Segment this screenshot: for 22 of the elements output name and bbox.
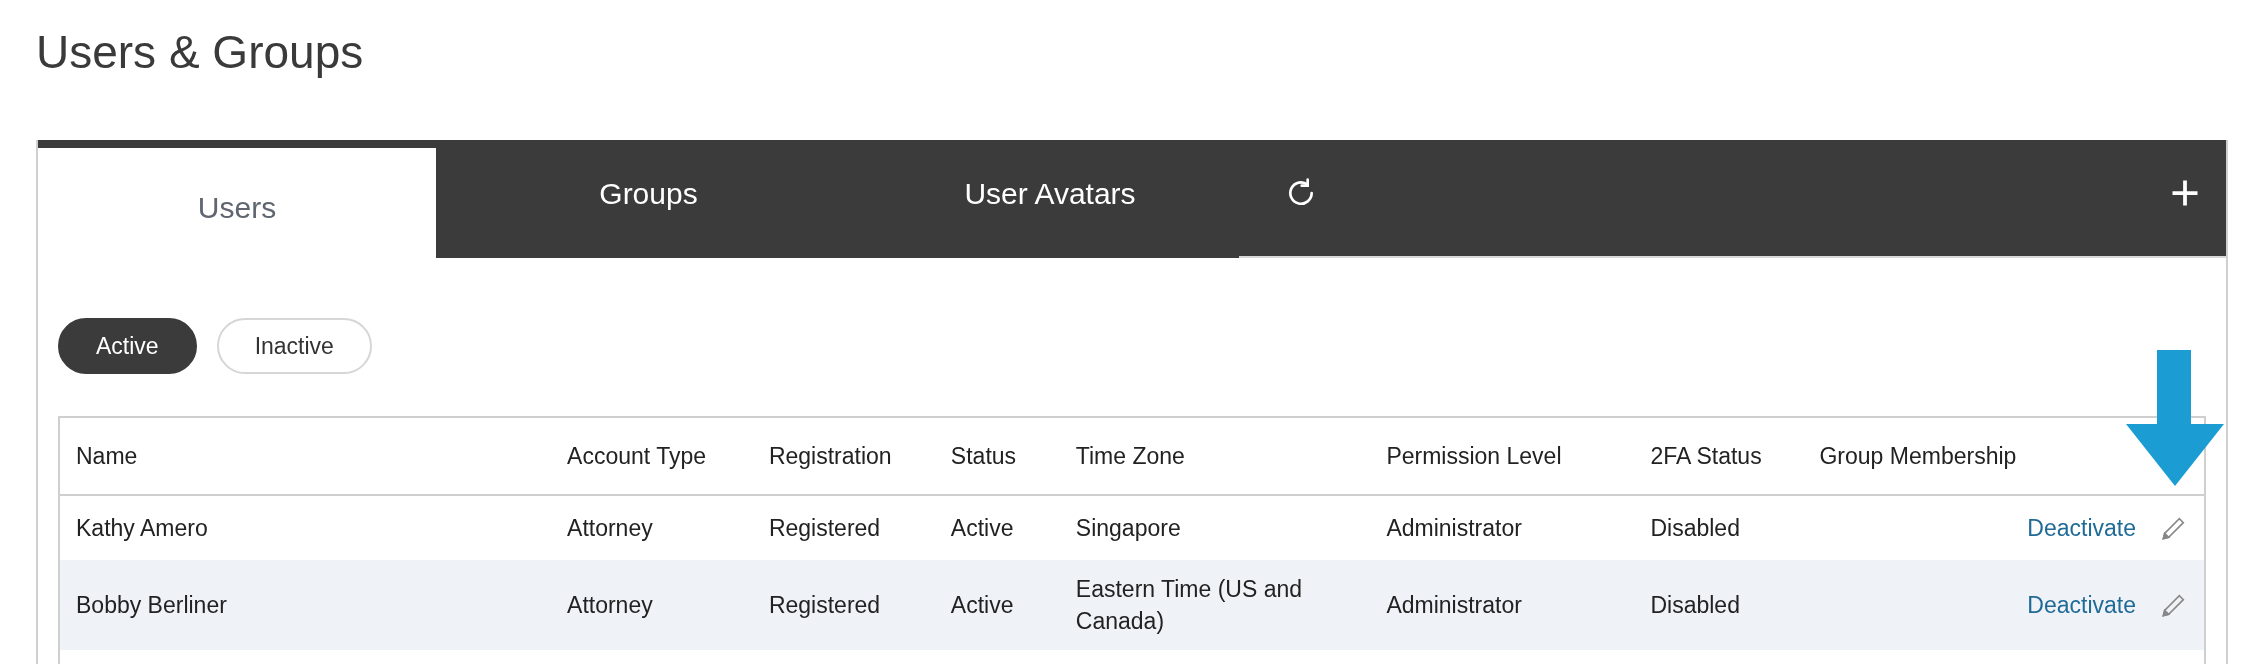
tab[interactable]: Users [38, 148, 436, 258]
table-cell: Active [950, 515, 1014, 541]
deactivate-link[interactable]: Deactivate [2027, 514, 2136, 542]
table-cell: Kathy Amero [76, 515, 208, 541]
table-cell: Active [950, 592, 1014, 618]
filter-toggle[interactable]: Inactive [216, 318, 372, 374]
table-cell: Registered [768, 515, 881, 541]
filter-toggle[interactable]: Active [58, 318, 197, 374]
add-icon[interactable] [2170, 178, 2200, 208]
table-cell: Administrator [1386, 515, 1522, 541]
page-title: Users & Groups [36, 25, 365, 80]
table-cell: Bobby Berliner [76, 592, 227, 618]
table-cell: Eastern Time (US and Canada) [1075, 576, 1303, 634]
table-cell: Disabled [1650, 515, 1740, 541]
table-cell: Registered [768, 592, 881, 618]
down-arrow-icon [2126, 350, 2224, 486]
table-cell: Attorney [567, 515, 653, 541]
table-cell: Singapore [1075, 515, 1181, 541]
table-cell: Administrator [1386, 592, 1522, 618]
table-cell: Disabled [1650, 592, 1740, 618]
deactivate-link[interactable]: Deactivate [2027, 591, 2136, 619]
table-cell: Attorney [567, 592, 653, 618]
